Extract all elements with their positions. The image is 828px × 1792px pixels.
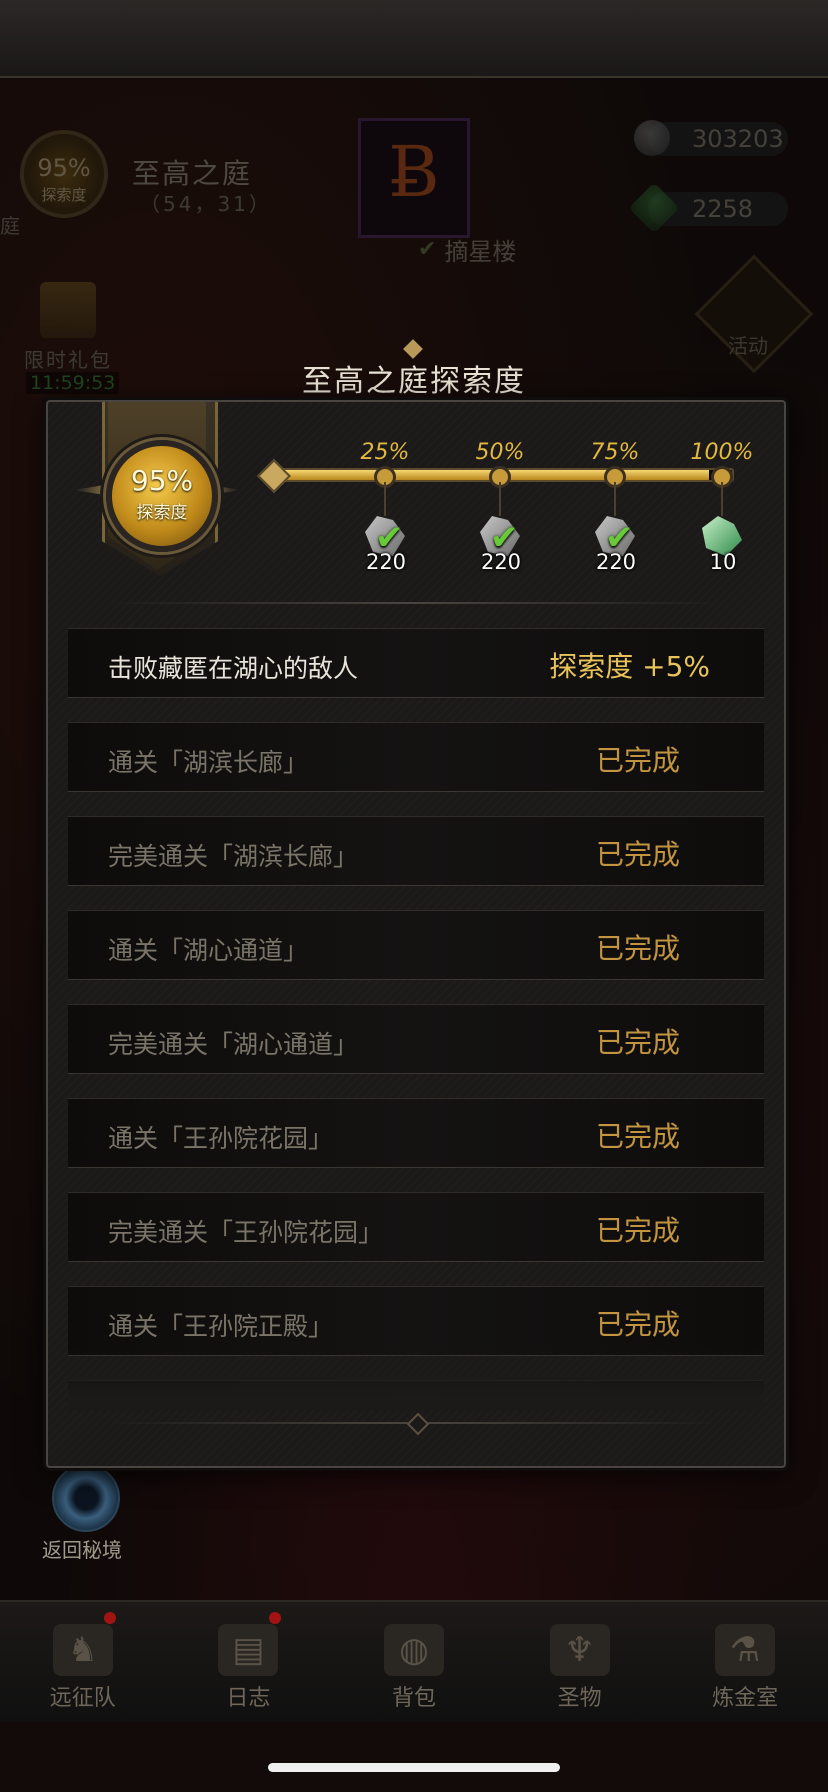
header-divider xyxy=(108,602,720,604)
task-status: 已完成 xyxy=(595,1308,680,1341)
progress-start-icon xyxy=(257,459,291,493)
task-row[interactable]: 通关「王孙院花园」 已完成 xyxy=(68,1098,764,1168)
task-name: 完美通关「王孙院花园」 xyxy=(108,1218,384,1247)
reward-count: 220 xyxy=(480,550,522,574)
task-row[interactable]: 击败藏匿在湖心的敌人 探索度 +5% xyxy=(68,628,764,698)
nav-label: 日志 xyxy=(226,1686,271,1711)
notification-dot xyxy=(269,1612,282,1624)
exploration-meter: 95% 探索度 xyxy=(106,440,218,552)
milestone-reward[interactable]: ✔ 220 xyxy=(359,512,411,574)
nav-item[interactable]: ♞ 远征队 xyxy=(0,1602,166,1722)
milestone-stem xyxy=(384,482,386,516)
task-row[interactable]: 完美通关「王孙院花园」 已完成 xyxy=(68,1192,764,1262)
milestone-stem xyxy=(721,482,723,516)
task-status: 已完成 xyxy=(595,1120,680,1153)
nav-item[interactable]: ◍ 背包 xyxy=(331,1602,497,1722)
task-row[interactable]: 通关「湖滨长廊」 已完成 xyxy=(68,722,764,792)
milestone-stem xyxy=(614,482,616,516)
notification-dot xyxy=(103,1612,116,1624)
reward-count: 220 xyxy=(365,550,407,574)
milestone-reward[interactable]: ✔ 220 xyxy=(474,512,526,574)
task-status: 已完成 xyxy=(595,1026,680,1059)
task-list[interactable]: 击败藏匿在湖心的敌人 探索度 +5% 通关「湖滨长廊」 已完成 完美通关「湖滨长廊」 已完… xyxy=(68,628,764,1398)
task-name: 通关「王孙院花园」 xyxy=(108,1124,334,1153)
milestone-percent: 75% xyxy=(590,440,640,465)
task-name: 完美通关「湖心通道」 xyxy=(108,1030,359,1059)
list-fade xyxy=(68,1350,764,1410)
task-status: 已完成 xyxy=(595,744,680,777)
task-row[interactable]: 通关「湖心通道」 已完成 xyxy=(68,910,764,980)
scroll-icon: ▤ xyxy=(218,1624,279,1676)
reward-count: 220 xyxy=(595,550,637,574)
alchemy-icon: ⚗ xyxy=(715,1624,776,1676)
nav-label: 炼金室 xyxy=(712,1686,779,1711)
return-portal-label: 返回秘境 xyxy=(42,1538,122,1562)
nav-label: 圣物 xyxy=(557,1686,602,1711)
task-status: 已完成 xyxy=(595,932,680,965)
milestone-percent: 100% xyxy=(690,440,754,465)
reward-count: 10 xyxy=(709,550,737,574)
task-name: 击败藏匿在湖心的敌人 xyxy=(108,654,359,683)
task-name: 完美通关「湖滨长廊」 xyxy=(108,842,359,871)
task-name: 通关「湖滨长廊」 xyxy=(108,748,309,777)
task-row[interactable]: 通关「王孙院正殿」 已完成 xyxy=(68,1286,764,1356)
modal-percent-label: 探索度 xyxy=(136,503,188,523)
helmet-icon: ♞ xyxy=(52,1624,113,1676)
exploration-modal: 95% 探索度 25% ✔ 220 50% ✔ 220 75% ✔ 220 100% 10 击败藏匿… xyxy=(46,400,786,1468)
nav-item[interactable]: ▤ 日志 xyxy=(166,1602,332,1722)
task-name: 通关「王孙院正殿」 xyxy=(108,1312,334,1341)
task-status: 探索度 +5% xyxy=(549,650,710,683)
milestone-stem xyxy=(499,482,501,516)
top-status-bar xyxy=(0,0,828,78)
task-row[interactable]: 完美通关「湖心通道」 已完成 xyxy=(68,1004,764,1074)
task-status: 已完成 xyxy=(595,1214,680,1247)
portal-icon[interactable] xyxy=(52,1464,120,1532)
compass-left-icon xyxy=(74,484,110,496)
milestone-reward[interactable]: 10 xyxy=(696,512,748,574)
backpack-icon: ◍ xyxy=(383,1624,444,1676)
home-indicator[interactable] xyxy=(268,1763,560,1772)
modal-title: 至高之庭探索度 xyxy=(302,364,526,399)
task-name: 通关「湖心通道」 xyxy=(108,936,309,965)
milestone-reward[interactable]: ✔ 220 xyxy=(589,512,641,574)
nav-label: 背包 xyxy=(391,1686,436,1711)
nav-label: 远征队 xyxy=(49,1686,116,1711)
milestone-percent: 50% xyxy=(475,440,525,465)
task-status: 已完成 xyxy=(595,838,680,871)
bottom-nav: ♞ 远征队 ▤ 日志 ◍ 背包 ♆ 圣物 ⚗ 炼金室 xyxy=(0,1600,828,1722)
milestone-percent: 25% xyxy=(360,440,410,465)
footer-ornament xyxy=(406,1412,430,1436)
task-row[interactable]: 完美通关「湖滨长廊」 已完成 xyxy=(68,816,764,886)
modal-percent: 95% xyxy=(130,464,194,497)
nav-item[interactable]: ⚗ 炼金室 xyxy=(662,1602,828,1722)
nav-item[interactable]: ♆ 圣物 xyxy=(497,1602,663,1722)
chalice-icon: ♆ xyxy=(549,1624,610,1676)
